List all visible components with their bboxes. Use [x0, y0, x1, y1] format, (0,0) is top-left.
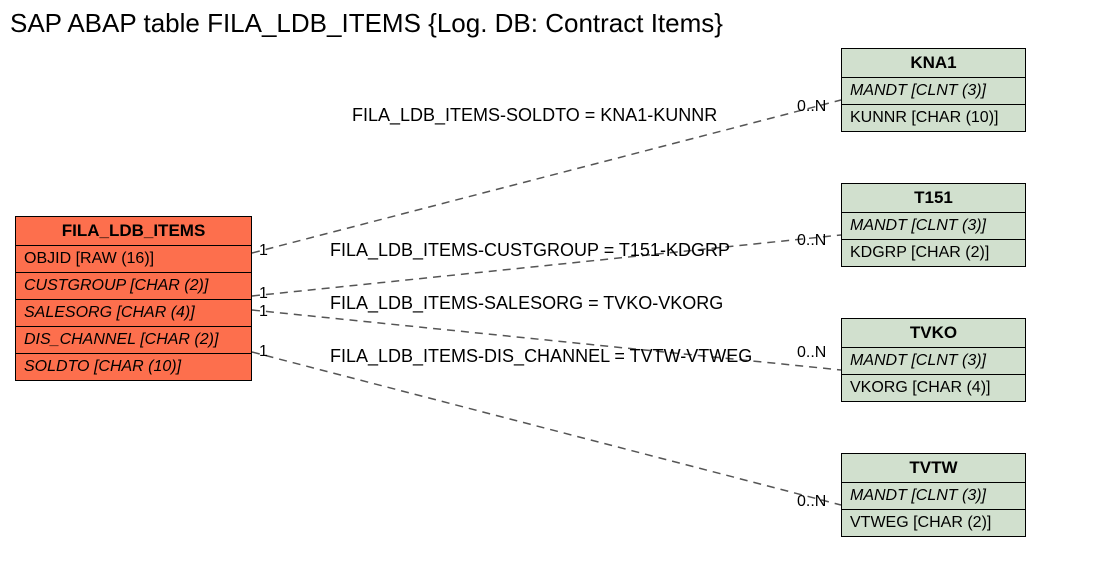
cardinality-right: 0..N: [797, 344, 826, 362]
entity-field: OBJID [RAW (16)]: [16, 246, 251, 273]
entity-field: CUSTGROUP [CHAR (2)]: [16, 273, 251, 300]
entity-header: TVTW: [842, 454, 1025, 483]
relation-label: FILA_LDB_ITEMS-CUSTGROUP = T151-KDGRP: [330, 240, 730, 261]
entity-field: KDGRP [CHAR (2)]: [842, 240, 1025, 266]
entity-t151: T151 MANDT [CLNT (3)]KDGRP [CHAR (2)]: [841, 183, 1026, 267]
entity-header: FILA_LDB_ITEMS: [16, 217, 251, 246]
relation-label: FILA_LDB_ITEMS-DIS_CHANNEL = TVTW-VTWEG: [330, 346, 752, 367]
entity-kna1: KNA1 MANDT [CLNT (3)]KUNNR [CHAR (10)]: [841, 48, 1026, 132]
entity-field: KUNNR [CHAR (10)]: [842, 105, 1025, 131]
cardinality-right: 0..N: [797, 493, 826, 511]
entity-field: MANDT [CLNT (3)]: [842, 78, 1025, 105]
entity-field: VKORG [CHAR (4)]: [842, 375, 1025, 401]
entity-tvtw: TVTW MANDT [CLNT (3)]VTWEG [CHAR (2)]: [841, 453, 1026, 537]
entity-field: SOLDTO [CHAR (10)]: [16, 354, 251, 380]
relation-label: FILA_LDB_ITEMS-SALESORG = TVKO-VKORG: [330, 293, 723, 314]
entity-field: DIS_CHANNEL [CHAR (2)]: [16, 327, 251, 354]
entity-fila-ldb-items: FILA_LDB_ITEMS OBJID [RAW (16)]CUSTGROUP…: [15, 216, 252, 381]
entity-tvko: TVKO MANDT [CLNT (3)]VKORG [CHAR (4)]: [841, 318, 1026, 402]
entity-header: KNA1: [842, 49, 1025, 78]
cardinality-left: 1: [259, 343, 268, 361]
entity-header: TVKO: [842, 319, 1025, 348]
cardinality-left: 1: [259, 303, 268, 321]
cardinality-right: 0..N: [797, 98, 826, 116]
entity-field: MANDT [CLNT (3)]: [842, 483, 1025, 510]
entity-field: MANDT [CLNT (3)]: [842, 213, 1025, 240]
relation-label: FILA_LDB_ITEMS-SOLDTO = KNA1-KUNNR: [352, 105, 717, 126]
entity-header: T151: [842, 184, 1025, 213]
entity-field: SALESORG [CHAR (4)]: [16, 300, 251, 327]
entity-field: MANDT [CLNT (3)]: [842, 348, 1025, 375]
entity-field: VTWEG [CHAR (2)]: [842, 510, 1025, 536]
cardinality-left: 1: [259, 242, 268, 260]
cardinality-right: 0..N: [797, 232, 826, 250]
cardinality-left: 1: [259, 285, 268, 303]
